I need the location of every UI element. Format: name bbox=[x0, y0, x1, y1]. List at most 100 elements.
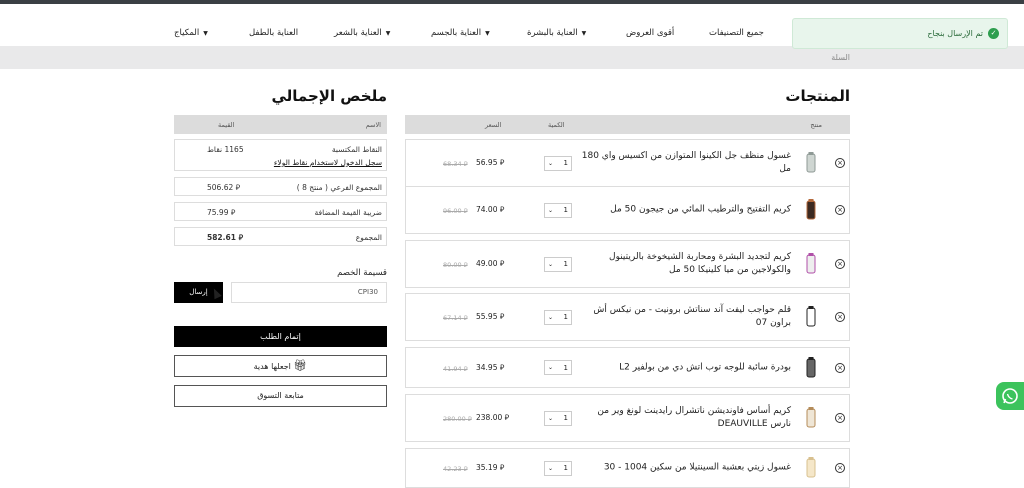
remove-item-icon[interactable]: × bbox=[835, 205, 845, 215]
chevron-down-icon: ⌄ bbox=[548, 159, 554, 167]
remove-item-icon[interactable]: × bbox=[835, 312, 845, 322]
header-qty: الكمية bbox=[548, 121, 565, 129]
whatsapp-icon bbox=[1002, 388, 1018, 404]
product-price: ⃁ 56.95 bbox=[476, 158, 505, 167]
old-price: ⃁ 41.94 bbox=[443, 364, 468, 373]
nav-label: العناية بالجسم bbox=[431, 28, 482, 38]
product-price: ⃁ 238.00 bbox=[476, 413, 510, 422]
riyal-icon: ⃁ bbox=[499, 158, 505, 167]
checkout-button[interactable]: إتمام الطلب bbox=[174, 326, 387, 347]
old-price: ⃁ 67.14 bbox=[443, 314, 468, 322]
vat-row: ضريبة القيمة المضافة ⃁ 75.99 bbox=[174, 202, 387, 221]
quantity-select[interactable]: ⌄ 1 bbox=[544, 460, 572, 476]
chevron-down-icon: ⌄ bbox=[548, 414, 554, 422]
total-value: ⃁ 582.61 bbox=[207, 233, 244, 242]
product-thumbnail[interactable] bbox=[799, 356, 823, 380]
quantity-select[interactable]: ⌄ 1 bbox=[544, 155, 572, 171]
product-name[interactable]: كريم التفتيح والترطيب المائي من جيجون 50… bbox=[581, 204, 791, 217]
riyal-icon: ⃁ bbox=[235, 183, 241, 192]
subtotal-value: ⃁ 506.62 bbox=[207, 183, 241, 192]
old-price: ⃁ 80.00 bbox=[443, 261, 468, 269]
product-name[interactable]: كريم لتجديد البشرة ومحاربة الشيخوخة بالر… bbox=[581, 251, 791, 277]
chevron-down-icon: ⌄ bbox=[548, 313, 554, 321]
nav-best-offers[interactable]: أقوى العروض bbox=[626, 28, 674, 38]
chevron-down-icon: ⌄ bbox=[548, 260, 554, 268]
nav-label: العناية بالشعر bbox=[334, 28, 382, 38]
coupon-input[interactable]: CPI30 bbox=[231, 282, 387, 303]
product-name[interactable]: كريم أساس فاونديشن ناتشرال رايدينت لونغ … bbox=[581, 405, 791, 431]
header-value: القيمة bbox=[218, 121, 235, 129]
nav-hair-care[interactable]: ▼ العناية بالشعر bbox=[334, 28, 390, 38]
gift-button[interactable]: 🎁︎ اجعلها هدية bbox=[174, 355, 387, 377]
quantity-select[interactable]: ⌄ 1 bbox=[544, 256, 572, 272]
remove-item-icon[interactable]: × bbox=[835, 413, 845, 423]
product-thumbnail[interactable] bbox=[799, 252, 823, 276]
riyal-icon: ⃁ bbox=[467, 415, 472, 423]
nav-baby-care[interactable]: العناية بالطفل bbox=[249, 28, 298, 38]
riyal-icon: ⃁ bbox=[463, 465, 468, 473]
riyal-icon: ⃁ bbox=[499, 312, 505, 321]
header-name: الاسم bbox=[365, 121, 381, 129]
old-price: ⃁ 96.00 bbox=[443, 207, 468, 215]
product-thumbnail[interactable] bbox=[799, 406, 823, 430]
product-name[interactable]: غسول زيتي بعشبة السينتيلا من سكين 1004 -… bbox=[581, 462, 791, 475]
old-price: ⃁ 42.23 bbox=[443, 465, 468, 473]
login-loyalty-link[interactable]: سجل الدخول لاستخدام نقاط الولاء bbox=[274, 158, 382, 167]
subtotal-row: المجموع الفرعي ( منتج 8 ) ⃁ 506.62 bbox=[174, 177, 387, 196]
toast-message: تم الإرسال بنجاح bbox=[927, 29, 983, 38]
riyal-icon: ⃁ bbox=[499, 205, 505, 214]
remove-item-icon[interactable]: × bbox=[835, 158, 845, 168]
remove-item-icon[interactable]: × bbox=[835, 259, 845, 269]
product-name[interactable]: بودرة سائبة للوجه توب اتش دي من بولفير L… bbox=[581, 361, 791, 374]
quantity-select[interactable]: ⌄ 1 bbox=[544, 309, 572, 325]
products-table-header: منتج الكمية السعر bbox=[405, 115, 850, 134]
nav-skin-care[interactable]: ▼ العناية بالبشرة bbox=[527, 28, 586, 38]
product-row: × كريم التفتيح والترطيب المائي من جيجون 5… bbox=[405, 186, 850, 234]
old-price: ⃁ 68.34 bbox=[443, 160, 468, 168]
product-name[interactable]: قلم حواجب ليفت آند سناتش برونيت - من نيك… bbox=[581, 304, 791, 330]
chevron-down-icon: ⌄ bbox=[548, 206, 554, 214]
nav-makeup[interactable]: ▼ المكياج bbox=[174, 28, 208, 38]
nav-body-care[interactable]: ▼ العناية بالجسم bbox=[431, 28, 490, 38]
points-value: 1165 نقاط bbox=[207, 145, 244, 154]
vat-value: ⃁ 75.99 bbox=[207, 208, 236, 217]
quantity-select[interactable]: ⌄ 1 bbox=[544, 202, 572, 218]
riyal-icon: ⃁ bbox=[463, 364, 468, 373]
product-thumbnail[interactable] bbox=[799, 151, 823, 175]
whatsapp-button[interactable] bbox=[996, 382, 1024, 410]
total-label: المجموع bbox=[355, 233, 382, 242]
points-label: النقاط المكتسبة bbox=[331, 145, 382, 154]
quantity-select[interactable]: ⌄ 1 bbox=[544, 410, 572, 426]
chevron-down-icon: ⌄ bbox=[548, 364, 554, 371]
remove-item-icon[interactable]: × bbox=[835, 362, 845, 373]
product-thumbnail[interactable] bbox=[799, 305, 823, 329]
nav-all-categories[interactable]: جميع التصنيفات bbox=[709, 28, 764, 38]
quantity-select[interactable]: ⌄ 1 bbox=[544, 360, 572, 375]
breadcrumb[interactable]: السلة bbox=[831, 53, 850, 62]
product-thumbnail[interactable] bbox=[799, 198, 823, 222]
success-toast: ✓ تم الإرسال بنجاح bbox=[792, 18, 1008, 49]
riyal-icon: ⃁ bbox=[504, 413, 510, 422]
nav-label: العناية بالبشرة bbox=[527, 28, 578, 38]
product-row: × بودرة سائبة للوجه توب اتش دي من بولفير … bbox=[405, 347, 850, 388]
gift-label: اجعلها هدية bbox=[253, 362, 291, 371]
chevron-down-icon: ▼ bbox=[485, 29, 490, 37]
vat-label: ضريبة القيمة المضافة bbox=[314, 208, 382, 217]
remove-item-icon[interactable]: × bbox=[835, 463, 845, 473]
product-name[interactable]: غسول منظف جل الكينوا المتوازن من اكسيس و… bbox=[581, 150, 791, 176]
product-row: × غسول منظف جل الكينوا المتوازن من اكسيس … bbox=[405, 139, 850, 187]
product-price: ⃁ 74.00 bbox=[476, 205, 505, 214]
riyal-icon: ⃁ bbox=[463, 160, 468, 168]
product-thumbnail[interactable] bbox=[799, 456, 823, 480]
check-circle-icon: ✓ bbox=[988, 28, 999, 39]
subtotal-label: المجموع الفرعي ( منتج 8 ) bbox=[296, 183, 382, 192]
product-price: ⃁ 35.19 bbox=[476, 463, 505, 472]
old-price: ⃁ 280.00 bbox=[443, 415, 472, 423]
product-price: ⃁ 55.95 bbox=[476, 312, 505, 321]
products-title: المنتجات bbox=[785, 87, 850, 105]
product-price: ⃁ 49.00 bbox=[476, 259, 505, 268]
product-row: × غسول زيتي بعشبة السينتيلا من سكين 1004 … bbox=[405, 448, 850, 488]
header-price: السعر bbox=[485, 121, 502, 129]
continue-shopping-button[interactable]: متابعة التسوق bbox=[174, 385, 387, 407]
riyal-icon: ⃁ bbox=[463, 314, 468, 322]
